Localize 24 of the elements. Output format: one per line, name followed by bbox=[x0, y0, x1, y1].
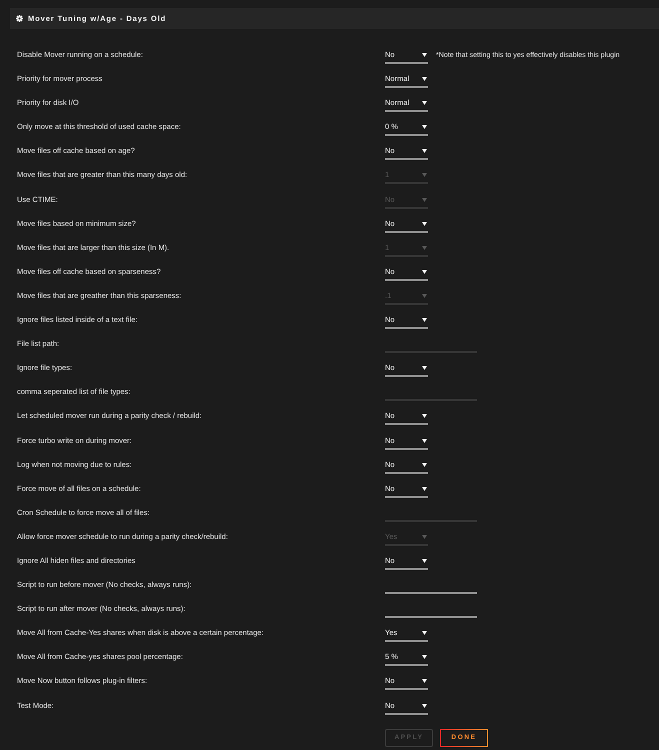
caret-icon bbox=[422, 486, 427, 491]
caret-icon bbox=[422, 294, 427, 298]
caret-icon bbox=[422, 77, 427, 82]
caret-icon bbox=[422, 173, 427, 178]
caret-icon bbox=[422, 462, 427, 467]
caret-icon bbox=[422, 414, 427, 418]
caret-icon bbox=[422, 246, 427, 250]
caret-icon bbox=[422, 534, 427, 539]
caret-icon bbox=[422, 198, 427, 202]
gear-icon bbox=[16, 15, 23, 22]
caret-icon bbox=[422, 270, 427, 274]
caret-icon bbox=[422, 366, 427, 370]
caret-icon bbox=[422, 222, 427, 226]
caret-icon bbox=[422, 655, 427, 660]
caret-icon bbox=[422, 704, 427, 708]
caret-icon bbox=[422, 558, 427, 563]
caret-icon bbox=[422, 101, 427, 106]
caret-icon bbox=[422, 149, 427, 154]
caret-icon bbox=[422, 438, 427, 442]
caret-icon bbox=[422, 318, 427, 322]
caret-icon bbox=[422, 53, 427, 57]
caret-icon bbox=[422, 125, 427, 130]
caret-icon bbox=[422, 631, 427, 636]
caret-icon bbox=[422, 679, 427, 684]
